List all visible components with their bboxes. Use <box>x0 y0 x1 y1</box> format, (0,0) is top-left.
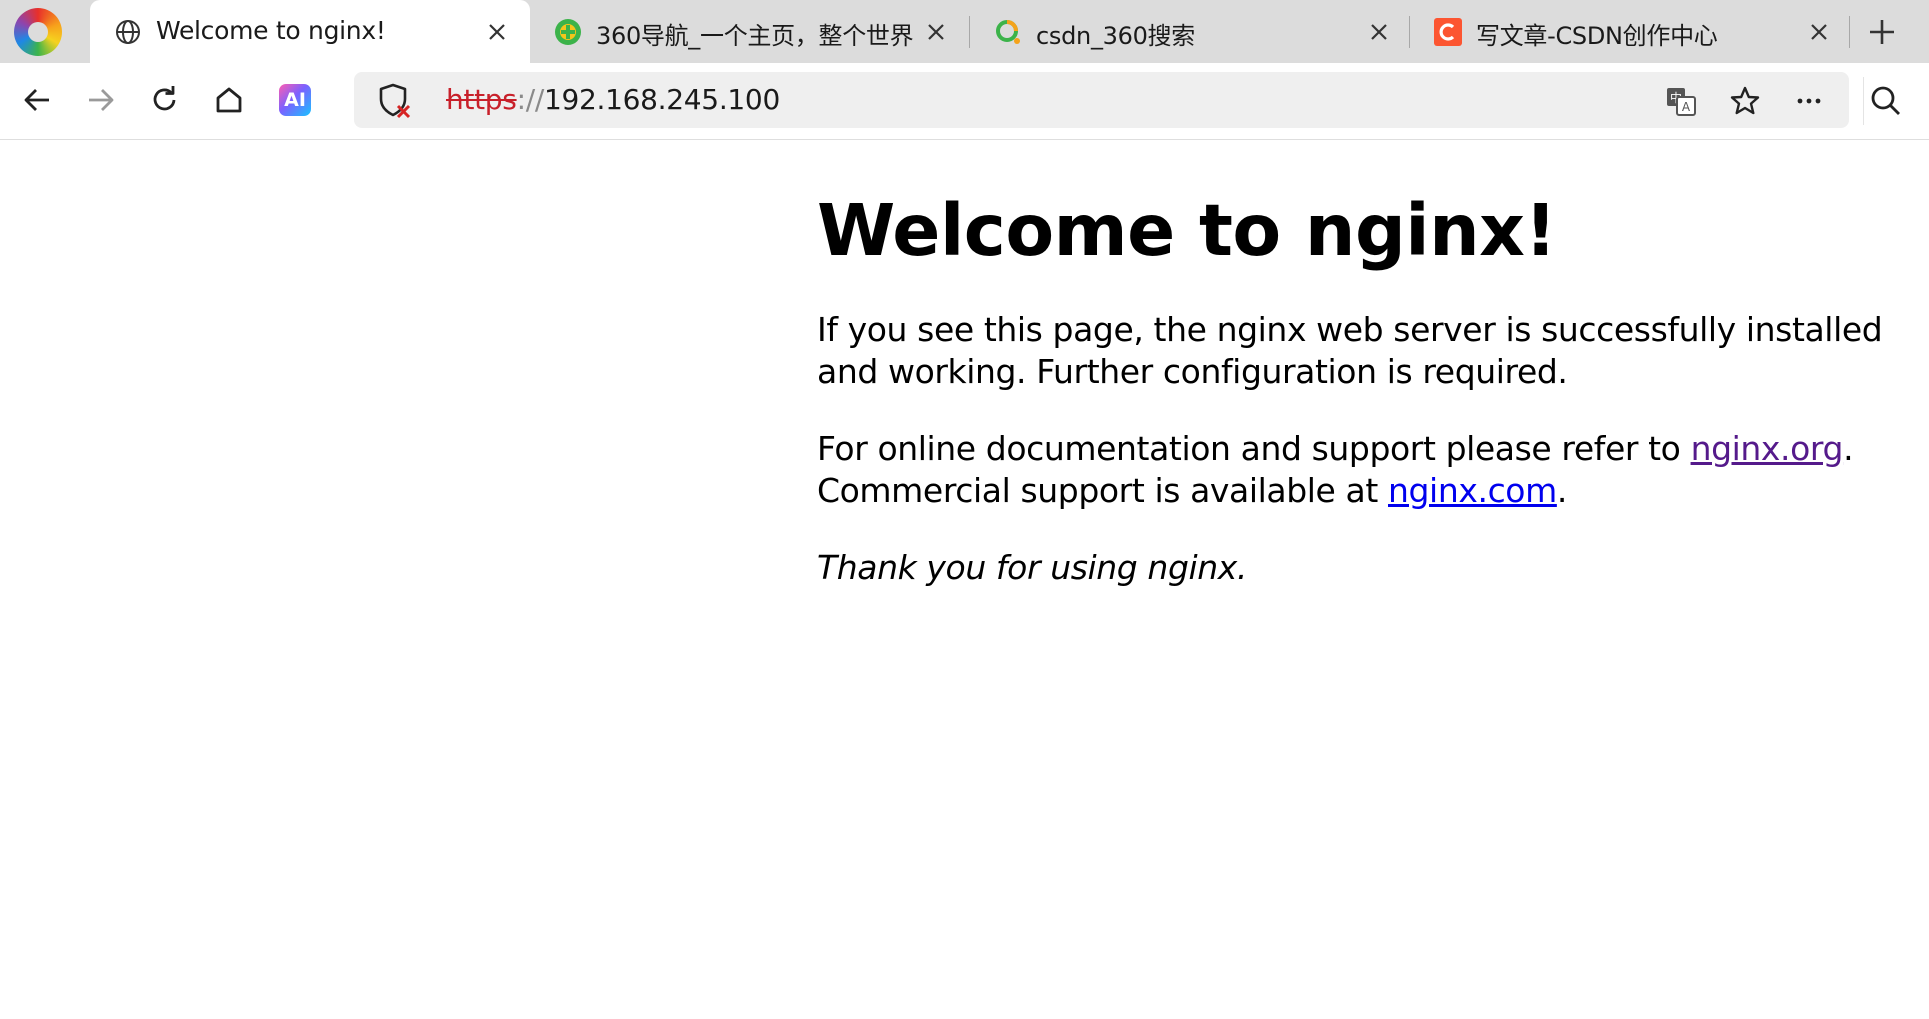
address-bar[interactable]: https://192.168.245.100 中 A <box>354 72 1849 128</box>
tab-csdn-360-search[interactable]: csdn_360搜索 <box>970 0 1410 63</box>
360-nav-icon <box>555 19 581 45</box>
csdn-icon <box>1434 18 1462 46</box>
commercial-text: Commercial support is available at <box>817 471 1388 510</box>
url-text[interactable]: https://192.168.245.100 <box>446 83 780 116</box>
url-scheme: https <box>446 83 517 116</box>
close-tab-icon[interactable] <box>923 19 949 45</box>
browser-window: Welcome to nginx! 360导航_一个主页，整个世界 csdn_3… <box>0 0 1929 1019</box>
more-options-icon[interactable] <box>1792 84 1826 118</box>
tab-title: 写文章-CSDN创作中心 <box>1476 22 1718 50</box>
commercial-period: . <box>1556 471 1567 510</box>
new-tab-icon[interactable] <box>1864 14 1900 50</box>
nginx-com-link[interactable]: nginx.com <box>1388 471 1557 510</box>
tab-csdn-write[interactable]: 写文章-CSDN创作中心 <box>1410 0 1850 63</box>
close-tab-icon[interactable] <box>1806 19 1832 45</box>
tab-title: csdn_360搜索 <box>1036 22 1195 50</box>
toolbar-divider <box>1863 77 1864 125</box>
tab-title: Welcome to nginx! <box>156 16 386 45</box>
page-content: Welcome to nginx! If you see this page, … <box>817 188 1929 589</box>
thank-you-text: Thank you for using nginx. <box>817 548 1247 587</box>
support-paragraph: For online documentation and support ple… <box>817 428 1929 512</box>
close-tab-icon[interactable] <box>484 19 510 45</box>
tab-title: 360导航_一个主页，整个世界 <box>596 22 914 50</box>
tab-strip: Welcome to nginx! 360导航_一个主页，整个世界 csdn_3… <box>0 0 1929 63</box>
support-period: . <box>1843 429 1854 468</box>
reload-icon[interactable] <box>146 81 184 119</box>
translate-icon[interactable]: 中 A <box>1664 84 1698 118</box>
tab-separator <box>1849 16 1850 48</box>
url-separator: :// <box>516 83 545 116</box>
nginx-org-link[interactable]: nginx.org <box>1691 429 1844 468</box>
page-viewport: Welcome to nginx! If you see this page, … <box>0 140 1929 1019</box>
tab-360-nav[interactable]: 360导航_一个主页，整个世界 <box>530 0 970 63</box>
forward-arrow-icon[interactable] <box>82 81 120 119</box>
360-search-icon <box>996 20 1020 44</box>
page-heading: Welcome to nginx! <box>817 189 1557 272</box>
url-host: 192.168.245.100 <box>543 83 780 116</box>
ai-assistant-button[interactable]: AI <box>279 84 311 116</box>
browser-logo-icon[interactable] <box>14 8 62 56</box>
navigation-toolbar: AI https://192.168.245.100 中 A <box>0 63 1929 140</box>
insecure-shield-icon[interactable] <box>376 82 412 120</box>
svg-text:A: A <box>1682 100 1691 114</box>
support-text: For online documentation and support ple… <box>817 429 1691 468</box>
tab-welcome-nginx[interactable]: Welcome to nginx! <box>90 0 530 63</box>
search-icon[interactable] <box>1866 81 1906 121</box>
close-tab-icon[interactable] <box>1366 19 1392 45</box>
globe-icon <box>116 20 140 44</box>
back-arrow-icon[interactable] <box>18 81 56 119</box>
intro-paragraph: If you see this page, the nginx web serv… <box>817 310 1883 391</box>
favorite-star-icon[interactable] <box>1728 84 1762 118</box>
home-icon[interactable] <box>210 81 248 119</box>
